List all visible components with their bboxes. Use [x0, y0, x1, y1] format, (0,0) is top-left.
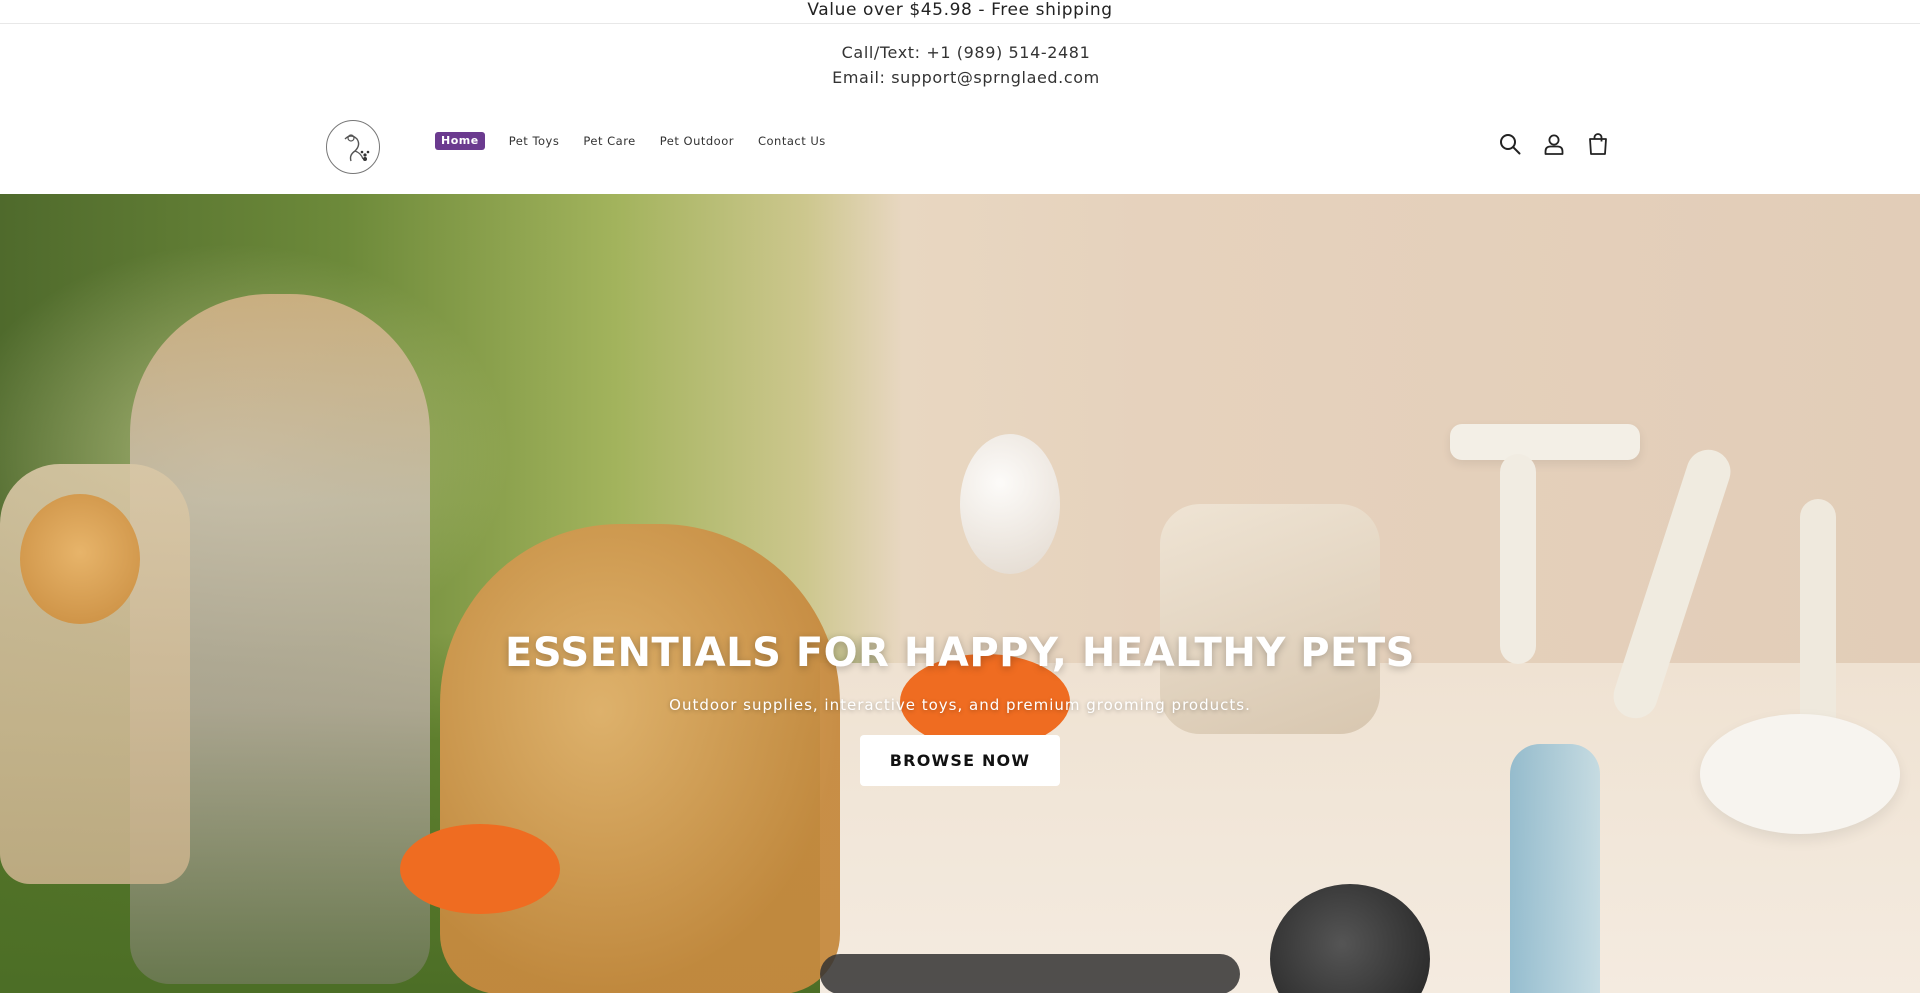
hero-title: ESSENTIALS FOR HAPPY, HEALTHY PETS: [505, 630, 1415, 676]
hero-subtitle: Outdoor supplies, interactive toys, and …: [669, 696, 1251, 714]
account-icon[interactable]: [1542, 132, 1566, 156]
announcement-bar: Value over $45.98 - Free shipping: [0, 0, 1920, 24]
nav-home[interactable]: Home: [435, 132, 485, 150]
main-nav: Home Pet Toys Pet Care Pet Outdoor Conta…: [435, 132, 850, 150]
hero-puppy-shape: [20, 494, 140, 624]
contact-email: Email: support@sprnglaed.com: [832, 68, 1100, 87]
hero-orange-bowl-shape: [400, 824, 560, 914]
hero-product-bottle-shape: [960, 434, 1060, 574]
store-logo[interactable]: [326, 120, 380, 174]
nav-contact-us[interactable]: Contact Us: [758, 134, 826, 148]
nav-pet-toys[interactable]: Pet Toys: [509, 134, 560, 148]
hero-product-leash-shape: [820, 954, 1240, 993]
search-icon[interactable]: [1498, 132, 1522, 156]
nav-pet-outdoor[interactable]: Pet Outdoor: [660, 134, 734, 148]
hero-product-brush-shape: [1450, 424, 1640, 460]
site-header: Home Pet Toys Pet Care Pet Outdoor Conta…: [0, 110, 1920, 174]
cart-icon[interactable]: [1586, 132, 1610, 156]
header-icons: [1498, 132, 1630, 156]
hero-banner: ESSENTIALS FOR HAPPY, HEALTHY PETS Outdo…: [0, 194, 1920, 993]
contact-phone: Call/Text: +1 (989) 514-2481: [841, 43, 1091, 62]
browse-now-button[interactable]: BROWSE NOW: [859, 735, 1061, 786]
hero-content: ESSENTIALS FOR HAPPY, HEALTHY PETS Outdo…: [0, 627, 1920, 786]
announcement-text: Value over $45.98 - Free shipping: [807, 0, 1113, 20]
contact-info: Call/Text: +1 (989) 514-2481 Email: supp…: [0, 40, 1920, 90]
nav-pet-care[interactable]: Pet Care: [583, 134, 635, 148]
logo-mark-icon: [344, 134, 370, 162]
